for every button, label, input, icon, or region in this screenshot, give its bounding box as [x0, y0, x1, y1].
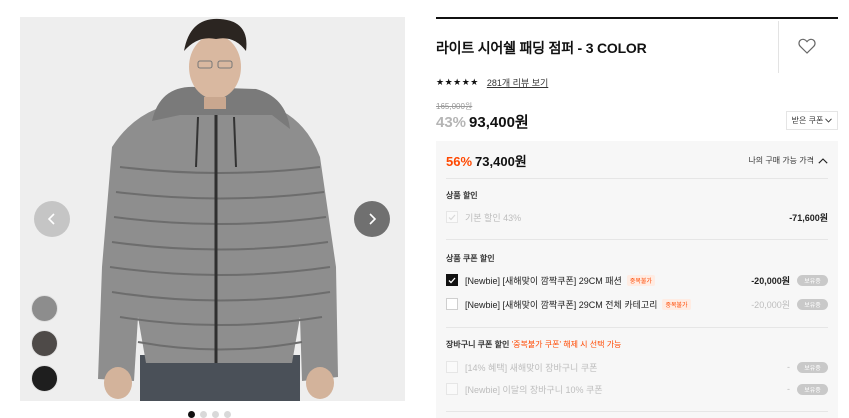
- owned-badge: 보유중: [797, 383, 828, 395]
- cart-coupon-amount: -: [787, 362, 790, 372]
- coupon-row[interactable]: [Newbie] [새해맞이 깜짝쿠폰] 29CM 패션 중복불가 -20,00…: [446, 272, 828, 288]
- product-discount-row: 기본 할인 43% -71,600원: [446, 209, 828, 225]
- cart-coupon-title: 장바구니 쿠폰 할인: [446, 340, 510, 349]
- divider: [446, 411, 828, 412]
- product-image-gallery[interactable]: [20, 17, 405, 401]
- color-swatch-gray[interactable]: [31, 295, 58, 322]
- heart-icon: [798, 38, 816, 54]
- best-price-toggle-label: 나의 구매 가능 가격: [748, 156, 814, 165]
- divider: [446, 178, 828, 179]
- wishlist-button[interactable]: [798, 38, 816, 59]
- checkbox-disabled: [446, 211, 458, 223]
- best-discount-rate: 56%: [446, 154, 473, 169]
- coupon-amount: -20,000원: [751, 275, 790, 286]
- product-title: 라이트 시어쉘 패딩 점퍼 - 3 COLOR: [436, 40, 647, 56]
- product-photo: [20, 17, 405, 401]
- product-discount-label: 기본 할인 43%: [465, 212, 522, 223]
- check-icon: [448, 214, 456, 220]
- owned-badge: 보유중: [797, 298, 828, 310]
- product-info-panel: 라이트 시어쉘 패딩 점퍼 - 3 COLOR ★★★★★ 281개 리뷰 보기…: [436, 17, 838, 418]
- section-title-product-coupon: 상품 쿠폰 할인: [446, 254, 495, 263]
- divider: [778, 21, 779, 73]
- no-duplicate-badge: 중복불가: [662, 298, 691, 310]
- owned-badge: 보유중: [797, 274, 828, 286]
- chevron-right-icon: [369, 213, 377, 225]
- pagination-dot[interactable]: [212, 411, 219, 418]
- checkbox-disabled: [446, 383, 458, 395]
- pagination-dot[interactable]: [200, 411, 207, 418]
- section-title-cart-coupon: 장바구니 쿠폰 할인 '중복불가 쿠폰' 해제 시 선택 가능: [446, 339, 621, 350]
- cart-coupon-row: [14% 혜택] 새해맞이 장바구니 쿠폰 - 보유중: [446, 359, 828, 375]
- best-price-toggle[interactable]: 나의 구매 가능 가격: [748, 155, 828, 166]
- chevron-down-icon: [825, 118, 833, 123]
- color-swatch-black[interactable]: [31, 365, 58, 392]
- cart-coupon-amount: -: [787, 384, 790, 394]
- chevron-up-icon: [818, 157, 828, 164]
- divider: [446, 327, 828, 328]
- coupon-checkbox[interactable]: [446, 298, 458, 310]
- sale-price: 93,400원: [469, 114, 529, 131]
- coupon-row[interactable]: [Newbie] [새해맞이 깜짝쿠폰] 29CM 전체 카테고리 중복불가 -…: [446, 296, 828, 312]
- coupon-label: [Newbie] [새해맞이 깜짝쿠폰] 29CM 전체 카테고리: [465, 299, 658, 310]
- cart-coupon-label: [14% 혜택] 새해맞이 장바구니 쿠폰: [465, 362, 598, 373]
- rating-stars: ★★★★★: [436, 77, 479, 87]
- coupon-checkbox[interactable]: [446, 274, 458, 286]
- coupon-button-label: 받은 쿠폰: [791, 116, 824, 125]
- check-icon: [448, 277, 456, 283]
- divider: [446, 239, 828, 240]
- received-coupons-button[interactable]: 받은 쿠폰: [786, 111, 838, 130]
- checkbox-disabled: [446, 361, 458, 373]
- cart-coupon-note: '중복불가 쿠폰' 해제 시 선택 가능: [511, 340, 622, 349]
- best-price: 73,400원: [475, 154, 527, 169]
- cart-coupon-label: [Newbie] 이달의 장바구니 10% 쿠폰: [465, 384, 603, 395]
- pagination-dot[interactable]: [188, 411, 195, 418]
- previous-image-button[interactable]: [34, 201, 70, 237]
- product-discount-amount: -71,600원: [789, 212, 828, 223]
- benefit-price-panel: 56% 73,400원 나의 구매 가능 가격 상품 할인 기본 할인 43% -…: [436, 141, 838, 418]
- next-image-button[interactable]: [354, 201, 390, 237]
- gallery-pagination: [188, 411, 231, 418]
- chevron-left-icon: [47, 213, 55, 225]
- cart-coupon-row: [Newbie] 이달의 장바구니 10% 쿠폰 - 보유중: [446, 381, 828, 397]
- discount-rate: 43%: [436, 114, 467, 131]
- reviews-link[interactable]: 281개 리뷰 보기: [487, 76, 548, 89]
- no-duplicate-badge: 중복불가: [626, 274, 655, 286]
- coupon-label: [Newbie] [새해맞이 깜짝쿠폰] 29CM 패션: [465, 275, 622, 286]
- section-title-product-discount: 상품 할인: [446, 191, 478, 200]
- owned-badge: 보유중: [797, 361, 828, 373]
- color-swatch-charcoal[interactable]: [31, 330, 58, 357]
- pagination-dot[interactable]: [224, 411, 231, 418]
- coupon-amount: -20,000원: [751, 299, 790, 310]
